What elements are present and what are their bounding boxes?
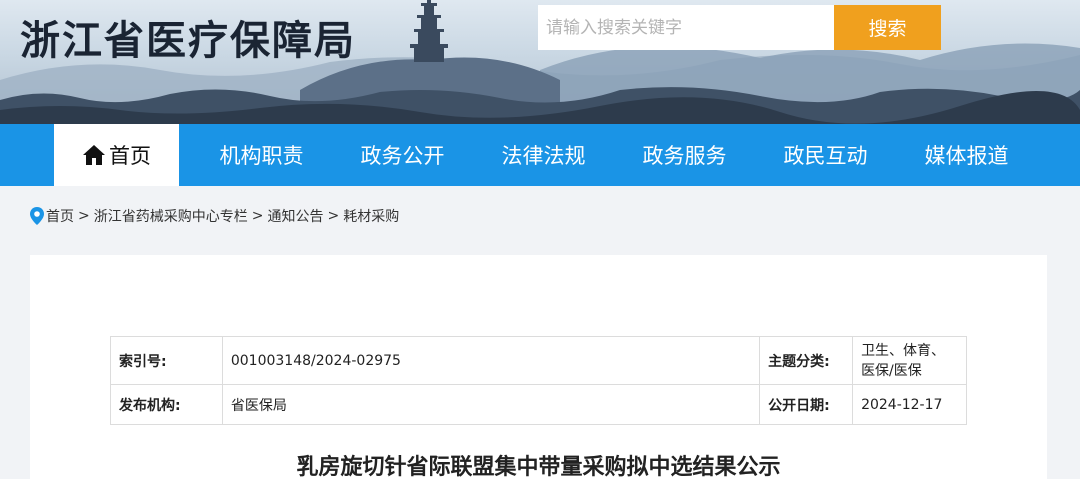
nav-item-label: 媒体报道 <box>924 144 1009 168</box>
nav-item-label: 政务公开 <box>360 144 445 168</box>
nav-item-home[interactable]: 首页 <box>54 124 179 186</box>
topic-label: 主题分类: <box>759 336 854 385</box>
location-pin-icon <box>30 207 44 225</box>
breadcrumb-procurement-center[interactable]: 浙江省药械采购中心专栏 <box>94 206 248 226</box>
date-value: 2024-12-17 <box>852 384 967 425</box>
breadcrumb-separator: > <box>327 208 340 224</box>
nav-item-label: 法律法规 <box>501 144 586 168</box>
index-value: 001003148/2024-02975 <box>221 336 761 385</box>
breadcrumb-home[interactable]: 首页 <box>46 206 74 226</box>
header-banner: 浙江省医疗保障局 搜索 <box>0 0 1080 124</box>
table-row: 索引号: 001003148/2024-02975 主题分类: 卫生、体育、医保… <box>110 336 967 385</box>
nav-item-media[interactable]: 媒体报道 <box>896 124 1037 186</box>
nav-item-label: 政务服务 <box>642 144 727 168</box>
nav-item-services[interactable]: 政务服务 <box>614 124 755 186</box>
article-meta-table: 索引号: 001003148/2024-02975 主题分类: 卫生、体育、医保… <box>110 336 967 425</box>
article-title: 乳房旋切针省际联盟集中带量采购拟中选结果公示 <box>296 455 781 479</box>
breadcrumb-separator: > <box>78 208 90 224</box>
nav-item-government-affairs[interactable]: 政务公开 <box>332 124 473 186</box>
nav-item-label: 政民互动 <box>783 144 868 168</box>
topic-value: 卫生、体育、医保/医保 <box>852 336 967 385</box>
article-card: 索引号: 001003148/2024-02975 主题分类: 卫生、体育、医保… <box>30 255 1047 479</box>
home-icon <box>83 145 105 165</box>
main-nav: 首页 机构职责 政务公开 法律法规 政务服务 政民互动 媒体报道 <box>0 124 1080 186</box>
publisher-value: 省医保局 <box>221 384 761 425</box>
index-label: 索引号: <box>110 336 223 385</box>
breadcrumb-consumables[interactable]: 耗材采购 <box>343 206 399 226</box>
search-button[interactable]: 搜索 <box>834 5 941 50</box>
breadcrumb-separator: > <box>251 208 264 224</box>
table-row: 发布机构: 省医保局 公开日期: 2024-12-17 <box>110 384 967 425</box>
breadcrumb-notices[interactable]: 通知公告 <box>267 206 323 226</box>
nav-item-institution[interactable]: 机构职责 <box>191 124 332 186</box>
nav-item-label: 首页 <box>109 144 151 168</box>
date-label: 公开日期: <box>759 384 854 425</box>
nav-item-label: 机构职责 <box>219 144 304 168</box>
publisher-label: 发布机构: <box>110 384 223 425</box>
site-title: 浙江省医疗保障局 <box>20 18 356 64</box>
nav-item-interaction[interactable]: 政民互动 <box>755 124 896 186</box>
breadcrumb: 首页 > 浙江省药械采购中心专栏 > 通知公告 > 耗材采购 <box>30 205 399 227</box>
nav-item-laws[interactable]: 法律法规 <box>473 124 614 186</box>
search-input[interactable] <box>538 5 834 50</box>
